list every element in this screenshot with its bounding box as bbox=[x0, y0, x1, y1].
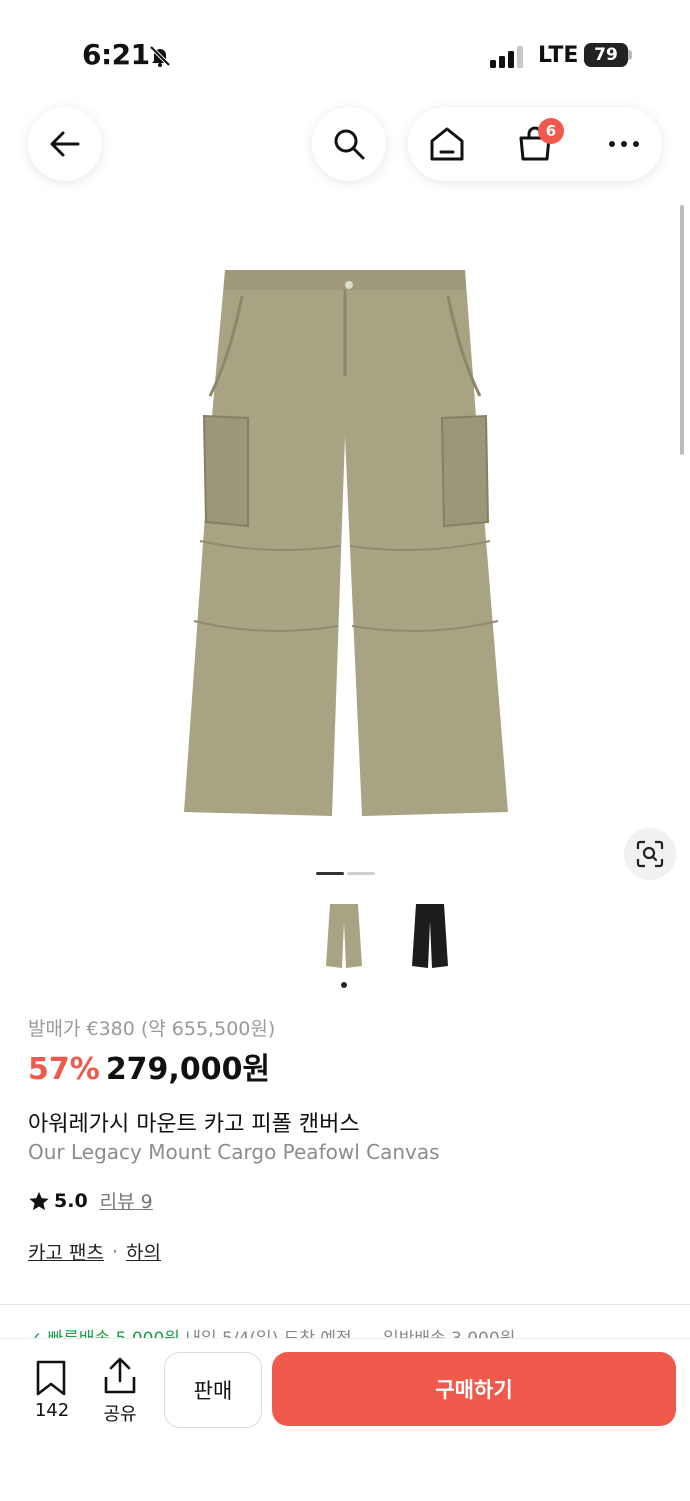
category-row: 카고 팬츠 · 하의 bbox=[28, 1238, 161, 1265]
product-name-en: Our Legacy Mount Cargo Peafowl Canvas bbox=[28, 1140, 440, 1164]
thumbnail-khaki[interactable] bbox=[324, 902, 364, 970]
battery-cap bbox=[628, 50, 632, 60]
review-link[interactable]: 리뷰 9 bbox=[100, 1187, 153, 1214]
status-time: 6:21 bbox=[82, 38, 150, 71]
category-link-cargo-pants[interactable]: 카고 팬츠 bbox=[28, 1238, 104, 1265]
bell-off-icon bbox=[149, 45, 171, 67]
buy-button[interactable]: 구매하기 bbox=[272, 1352, 676, 1426]
image-pager-active bbox=[316, 872, 344, 875]
discount-rate: 57% bbox=[28, 1052, 100, 1087]
search-button[interactable] bbox=[312, 107, 386, 181]
lens-search-icon bbox=[636, 840, 664, 868]
thumbnail-black[interactable] bbox=[410, 902, 450, 970]
battery-indicator: 79 bbox=[584, 43, 628, 67]
network-type: LTE bbox=[538, 43, 579, 68]
rating-value: 5.0 bbox=[54, 1189, 88, 1212]
search-icon bbox=[334, 129, 365, 160]
back-arrow-icon bbox=[50, 131, 80, 157]
sale-price: 279,000원 bbox=[105, 1052, 271, 1087]
category-separator: · bbox=[111, 1240, 119, 1263]
divider bbox=[0, 1304, 690, 1305]
thumbnail-selected-dot bbox=[341, 982, 347, 988]
rating-row: 5.0 리뷰 9 bbox=[28, 1187, 153, 1214]
sell-button[interactable]: 판매 bbox=[164, 1352, 262, 1428]
share-icon[interactable] bbox=[102, 1357, 138, 1395]
signal-icon bbox=[490, 46, 523, 68]
category-link-bottoms[interactable]: 하의 bbox=[126, 1238, 161, 1265]
star-icon bbox=[29, 1191, 49, 1210]
product-name-ko: 아워레가시 마운트 카고 피폴 캔버스 bbox=[28, 1112, 360, 1137]
lens-search-button[interactable] bbox=[624, 828, 676, 880]
product-image[interactable] bbox=[180, 266, 510, 822]
image-pager-inactive bbox=[347, 872, 375, 875]
price-row: 57% 279,000원 bbox=[28, 1044, 270, 1088]
back-button[interactable] bbox=[28, 107, 102, 181]
cart-count-badge: 6 bbox=[538, 118, 564, 144]
bookmark-count: 142 bbox=[34, 1400, 70, 1421]
scroll-indicator[interactable] bbox=[680, 205, 684, 455]
original-price: 발매가 €380 (약 655,500원) bbox=[28, 1018, 276, 1040]
bookmark-icon[interactable] bbox=[34, 1360, 68, 1396]
home-icon[interactable] bbox=[428, 125, 466, 163]
more-icon[interactable] bbox=[606, 132, 642, 156]
share-label: 공유 bbox=[103, 1404, 137, 1425]
